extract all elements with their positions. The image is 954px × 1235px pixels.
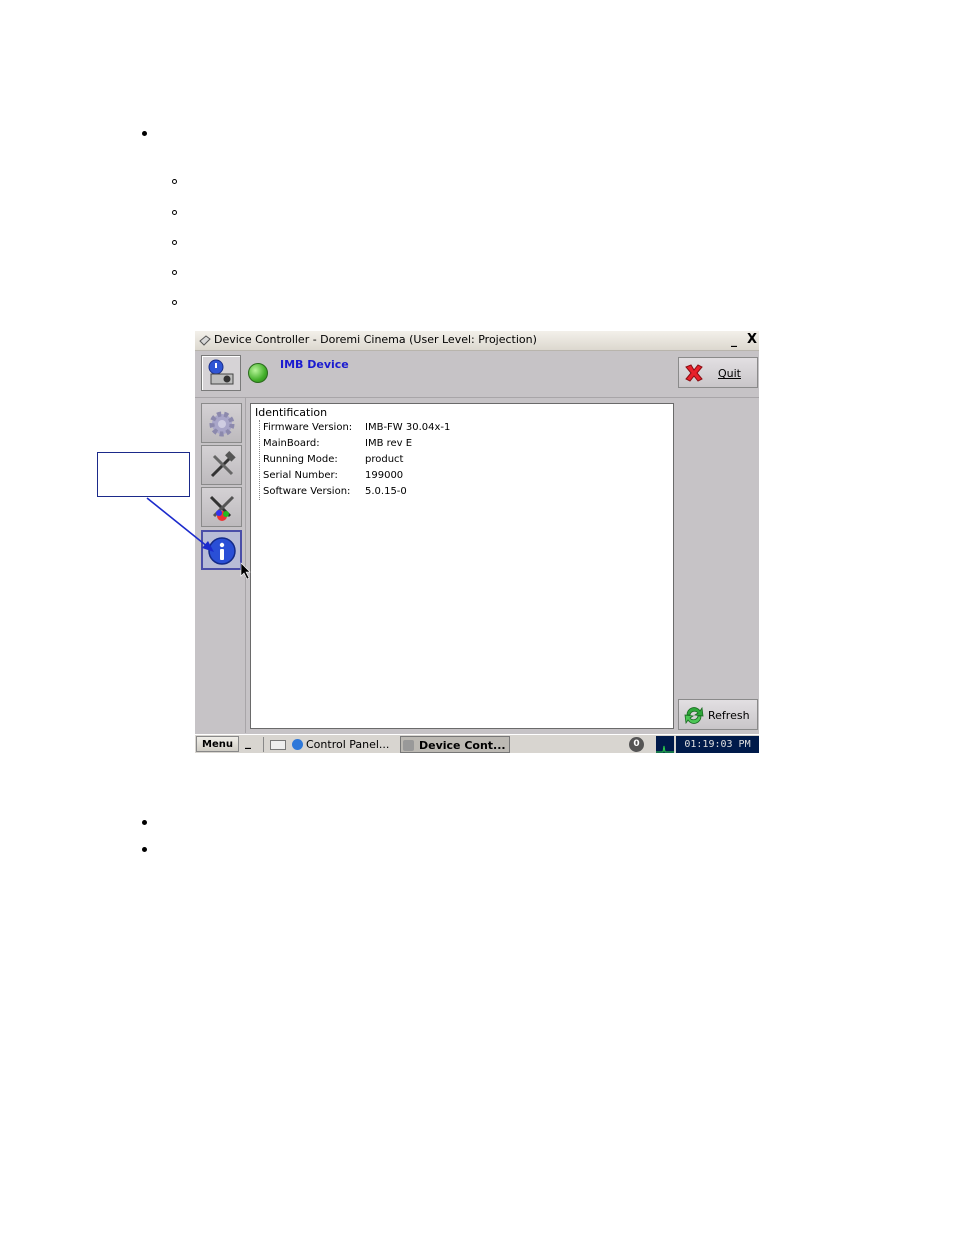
status-indicator — [248, 363, 268, 383]
tree-row-firmware[interactable]: Firmware Version: IMB-FW 30.04x-1 — [263, 422, 450, 433]
tree-row-serial[interactable]: Serial Number: 199000 — [263, 470, 403, 481]
tools-icon — [210, 451, 236, 478]
tree-value: product — [365, 454, 404, 465]
sub-bullet-4 — [172, 270, 177, 275]
color-tools-icon — [209, 495, 235, 521]
task-control-panel[interactable]: Control Panel... — [290, 736, 394, 753]
bullet-2 — [142, 820, 147, 825]
tree-row-software[interactable]: Software Version: 5.0.15-0 — [263, 486, 407, 497]
taskbar: Menu _ Control Panel... Device Cont... 0… — [195, 734, 759, 753]
show-desktop-button[interactable]: _ — [245, 735, 251, 749]
tree-value: 199000 — [365, 470, 404, 481]
quit-button[interactable]: Quit — [678, 357, 758, 388]
minimize-button[interactable]: _ — [727, 333, 741, 347]
device-controller-window: Device Controller - Doremi Cinema (User … — [195, 331, 759, 753]
sub-bullet-3 — [172, 240, 177, 245]
quit-label: Quit — [718, 367, 741, 380]
refresh-icon — [684, 706, 704, 725]
tree-key: Firmware Version: — [263, 422, 353, 433]
close-button[interactable]: X — [745, 333, 759, 347]
start-menu-button[interactable]: Menu — [196, 736, 239, 752]
task-device-controller[interactable]: Device Cont... — [400, 736, 510, 753]
sub-bullet-1 — [172, 179, 177, 184]
window-title: Device Controller - Doremi Cinema (User … — [214, 333, 537, 346]
device-controller-icon — [403, 740, 414, 751]
task-control-panel-label: Control Panel... — [306, 738, 390, 751]
device-name: IMB Device — [280, 358, 349, 371]
taskbar-separator — [263, 737, 264, 752]
refresh-button[interactable]: Refresh — [678, 699, 758, 730]
sidebar — [195, 398, 246, 733]
title-bar[interactable]: Device Controller - Doremi Cinema (User … — [195, 331, 759, 351]
sidebar-item-color-tools[interactable] — [201, 487, 242, 527]
sidebar-item-settings[interactable] — [201, 403, 242, 443]
bullet-3 — [142, 847, 147, 852]
tree-root-identification[interactable]: Identification — [255, 406, 327, 419]
close-x-icon — [685, 364, 703, 382]
sub-bullet-5 — [172, 300, 177, 305]
tree-row-running-mode[interactable]: Running Mode: product — [263, 454, 403, 465]
window-icon — [199, 335, 211, 346]
toolbar: IMB Device Quit — [195, 351, 759, 398]
tree-row-mainboard[interactable]: MainBoard: IMB rev E — [263, 438, 412, 449]
cpu-monitor-icon — [656, 736, 674, 753]
refresh-label: Refresh — [708, 709, 750, 722]
sub-bullet-2 — [172, 210, 177, 215]
taskbar-clock: 01:19:03 PM — [676, 736, 759, 753]
control-panel-icon — [292, 739, 303, 750]
identification-panel: Identification Firmware Version: IMB-FW 3… — [250, 403, 674, 729]
tree-key: Serial Number: — [263, 470, 338, 481]
info-icon — [208, 537, 236, 565]
callout-box — [97, 452, 190, 497]
tree-value: 5.0.15-0 — [365, 486, 407, 497]
sidebar-item-tools[interactable] — [201, 445, 242, 485]
device-select-button[interactable] — [201, 355, 241, 391]
tree-guide-line — [259, 420, 260, 500]
sidebar-item-info[interactable] — [201, 530, 242, 570]
tree-key: MainBoard: — [263, 438, 320, 449]
gear-icon — [209, 411, 235, 437]
device-icon — [208, 359, 234, 385]
tree-key: Running Mode: — [263, 454, 338, 465]
tray-notification-badge[interactable]: 0 — [629, 737, 644, 752]
tree-key: Software Version: — [263, 486, 351, 497]
tree-value: IMB-FW 30.04x-1 — [365, 422, 451, 433]
tree-value: IMB rev E — [365, 438, 413, 449]
bullet-1 — [142, 131, 147, 136]
task-device-controller-label: Device Cont... — [419, 739, 506, 752]
keyboard-icon[interactable] — [270, 740, 286, 750]
